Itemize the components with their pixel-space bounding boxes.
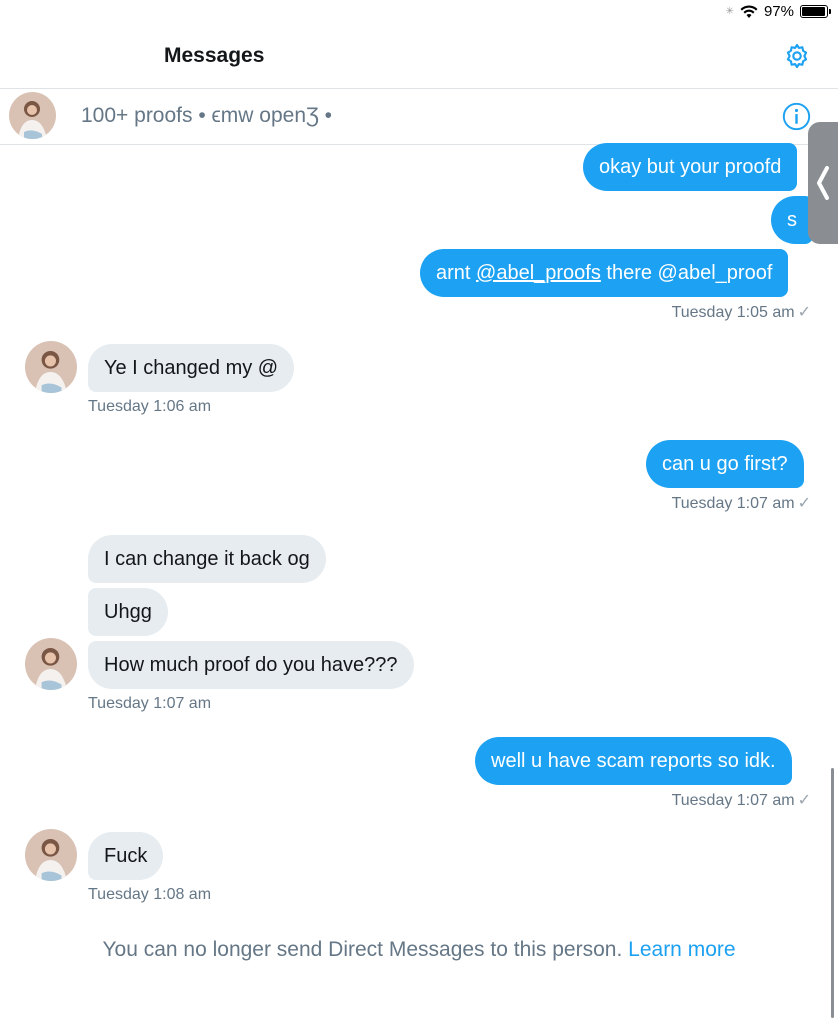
info-icon[interactable]: [782, 102, 811, 131]
battery-level: [802, 7, 826, 16]
avatar[interactable]: [9, 92, 56, 139]
conversation-header[interactable]: 100+ proofs • ϵmw openƷ •: [0, 89, 838, 145]
incoming-message[interactable]: Fuck: [88, 832, 164, 880]
timestamp-text: Tuesday 1:07 am: [671, 495, 795, 512]
message-timestamp: Tuesday 1:06 am: [88, 398, 212, 415]
side-panel-handle[interactable]: [808, 122, 838, 244]
conversation-name: 100+ proofs • ϵmw openƷ •: [81, 104, 333, 127]
incoming-message[interactable]: Ye I changed my @: [88, 344, 295, 392]
outgoing-message[interactable]: arnt @abel_proofs there @abel_proof: [420, 249, 789, 297]
wifi-icon: [740, 4, 758, 18]
dm-disabled-notice: You can no longer send Direct Messages t…: [0, 938, 838, 962]
messages-header: Messages: [0, 28, 838, 89]
scrollbar[interactable]: [831, 768, 834, 1018]
message-timestamp: Tuesday 1:05 am ✓: [672, 302, 811, 322]
avatar[interactable]: [25, 638, 77, 690]
incoming-message[interactable]: How much proof do you have???: [88, 641, 414, 689]
status-bar: ✳ 97%: [0, 0, 838, 28]
sent-check-icon: ✓: [797, 304, 811, 321]
chevron-left-icon: [817, 166, 829, 200]
outgoing-message[interactable]: okay but your proofd: [583, 143, 798, 191]
page-title: Messages: [164, 44, 265, 67]
message-timestamp: Tuesday 1:07 am ✓: [672, 790, 811, 810]
timestamp-text: Tuesday 1:05 am: [671, 304, 795, 321]
message-timestamp: Tuesday 1:07 am ✓: [672, 493, 811, 513]
message-timestamp: Tuesday 1:07 am: [88, 695, 212, 712]
message-timestamp: Tuesday 1:08 am: [88, 886, 212, 903]
app-window: ✳ 97% Messages 100+ proofs • ϵmw openƷ •…: [0, 0, 838, 1024]
outgoing-message[interactable]: well u have scam reports so idk.: [475, 737, 792, 785]
activity-spinner-icon: ✳: [725, 6, 734, 17]
outgoing-message[interactable]: s: [771, 196, 813, 244]
message-text: arnt: [436, 262, 477, 284]
notice-text: You can no longer send Direct Messages t…: [102, 938, 623, 961]
incoming-message[interactable]: I can change it back og: [88, 535, 326, 583]
battery-percentage: 97%: [763, 3, 794, 20]
avatar[interactable]: [25, 341, 77, 393]
incoming-message[interactable]: Uhgg: [88, 588, 168, 636]
avatar[interactable]: [25, 829, 77, 881]
sent-check-icon: ✓: [797, 792, 811, 809]
gear-icon[interactable]: [783, 42, 811, 70]
mention-link[interactable]: @abel_proofs: [476, 262, 601, 284]
outgoing-message[interactable]: can u go first?: [646, 440, 804, 488]
battery-icon: [800, 5, 831, 18]
message-text: there @abel_proof: [600, 262, 773, 284]
sent-check-icon: ✓: [797, 495, 811, 512]
timestamp-text: Tuesday 1:07 am: [671, 792, 795, 809]
learn-more-link[interactable]: Learn more: [628, 938, 735, 961]
